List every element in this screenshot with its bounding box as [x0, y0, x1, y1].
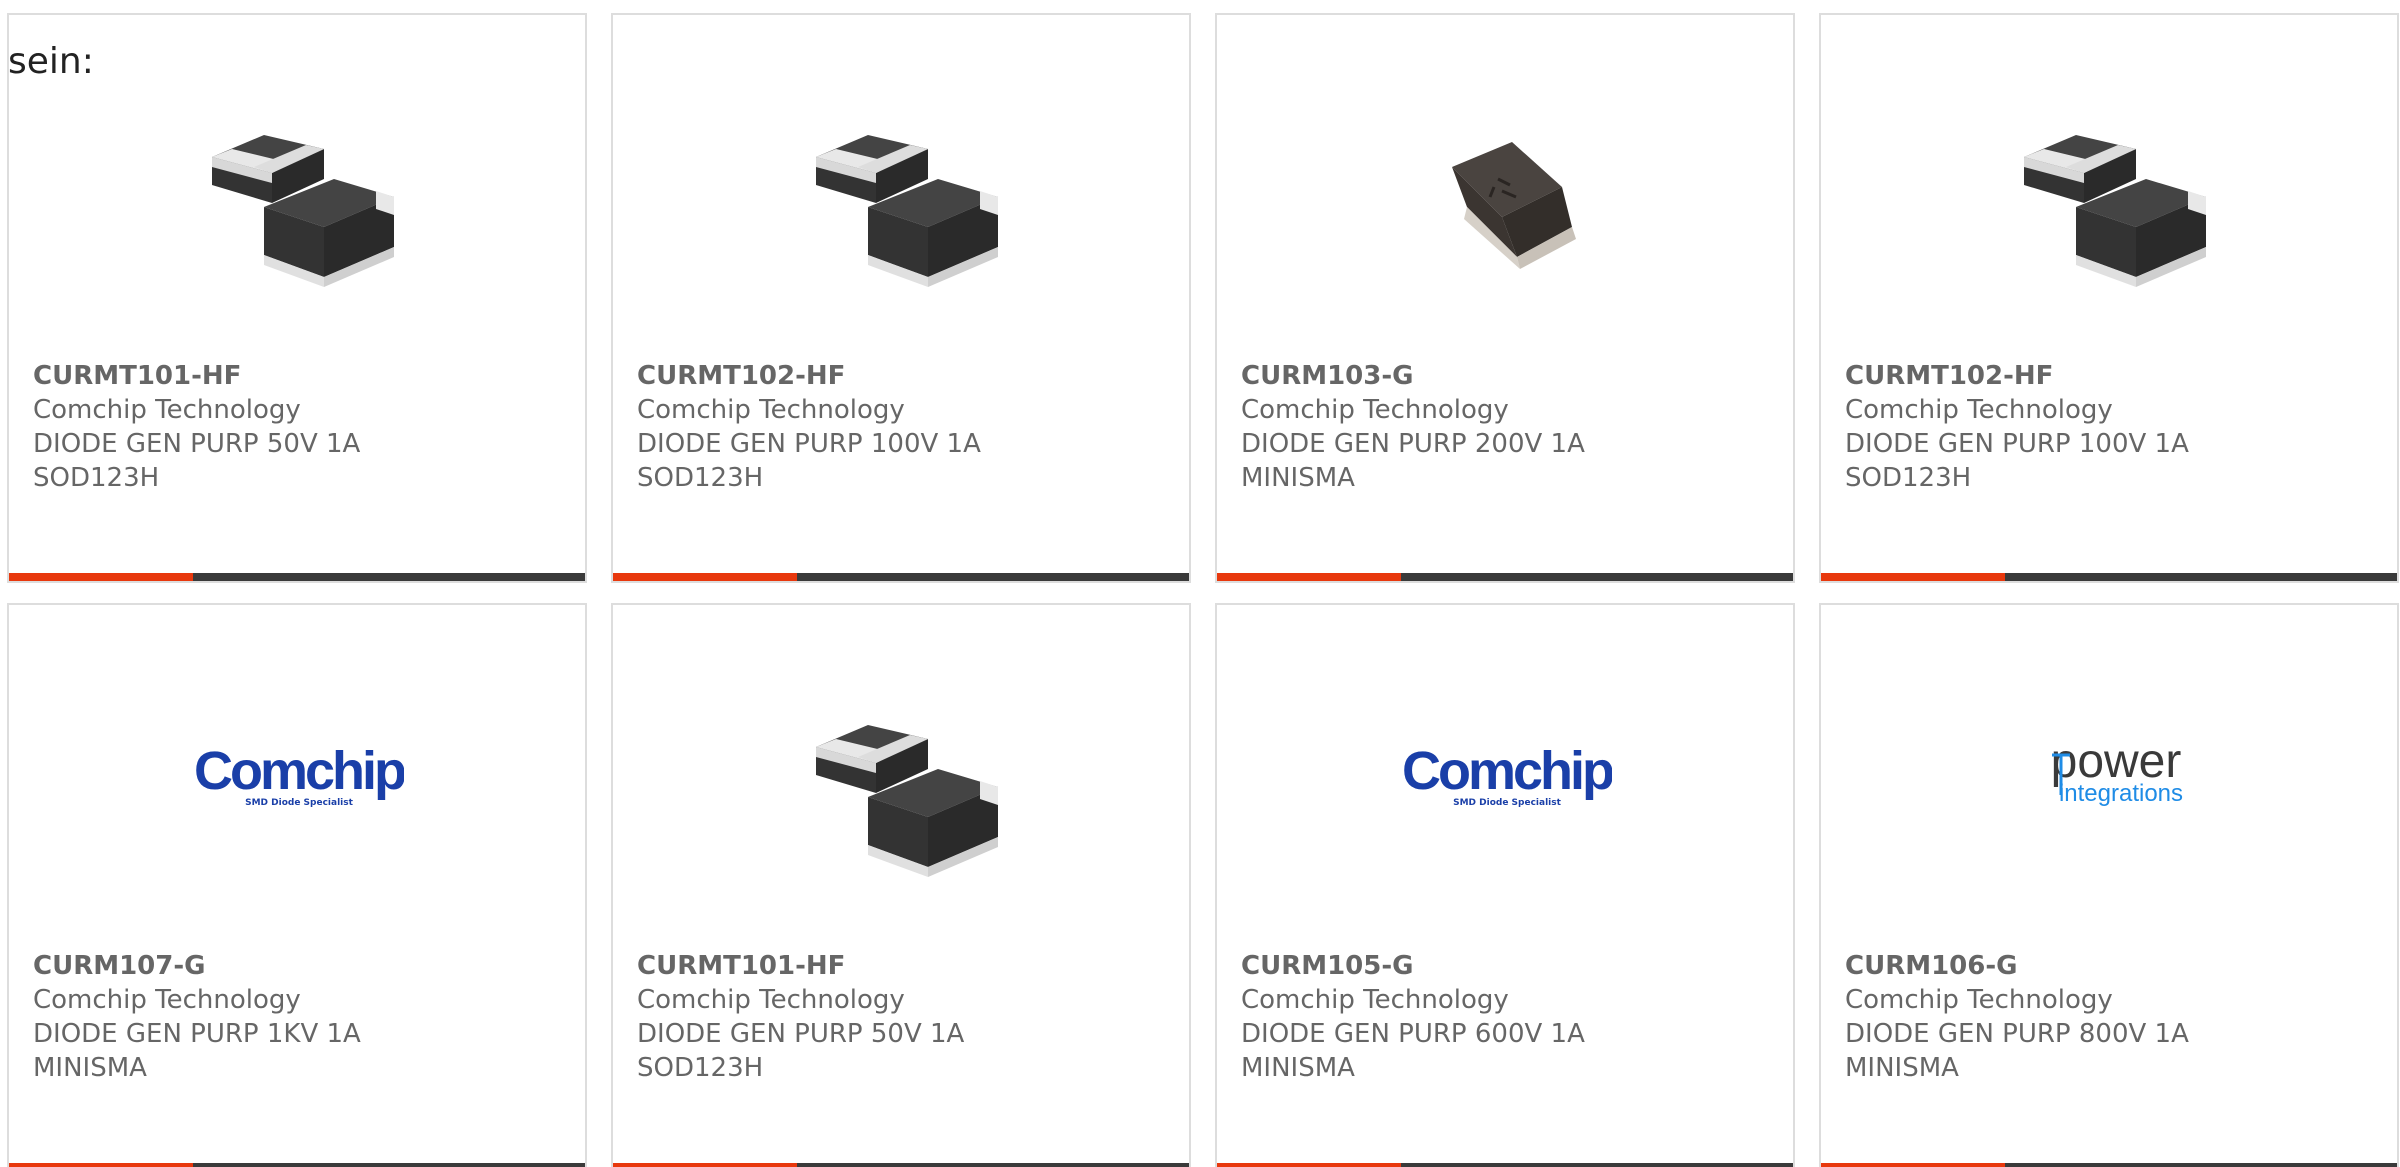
card-accent-bar	[1217, 1163, 1401, 1167]
comchip-logo-text: Comchip	[194, 741, 404, 801]
manufacturer: Comchip Technology	[637, 395, 905, 425]
product-card[interactable]: Comchip SMD Diode Specialist CURM107-G C…	[7, 603, 587, 1167]
card-bottom-bar	[1821, 1163, 2397, 1167]
product-card[interactable]: CURMT101-HF Comchip Technology DIODE GEN…	[611, 603, 1191, 1167]
sod123h-diode-photo-icon	[212, 135, 394, 287]
description: DIODE GEN PURP 50V 1A	[637, 1019, 965, 1049]
product-info: CURMT102-HF Comchip Technology DIODE GEN…	[637, 359, 1157, 495]
product-image[interactable]	[194, 87, 404, 297]
description: DIODE GEN PURP 200V 1A	[1241, 429, 1585, 459]
card-accent-bar	[613, 573, 797, 581]
description: DIODE GEN PURP 100V 1A	[1845, 429, 2189, 459]
card-bottom-bar	[1821, 573, 2397, 581]
card-bottom-bar	[613, 1163, 1189, 1167]
product-info: CURMT101-HF Comchip Technology DIODE GEN…	[637, 949, 1157, 1085]
product-image[interactable]: Comchip SMD Diode Specialist	[1402, 677, 1612, 887]
card-bottom-bar	[9, 573, 585, 581]
product-card[interactable]: CURMT101-HF Comchip Technology DIODE GEN…	[7, 13, 587, 583]
manufacturer: Comchip Technology	[1241, 395, 1509, 425]
description: DIODE GEN PURP 600V 1A	[1241, 1019, 1585, 1049]
manufacturer: Comchip Technology	[1845, 395, 2113, 425]
card-bottom-bar	[1217, 1163, 1793, 1167]
comchip-logo-tagline: SMD Diode Specialist	[1453, 798, 1562, 808]
product-image[interactable]	[798, 677, 1008, 887]
part-number[interactable]: CURMT102-HF	[637, 359, 1157, 393]
manufacturer: Comchip Technology	[1241, 985, 1509, 1015]
manufacturer: Comchip Technology	[1845, 985, 2113, 1015]
sod123h-diode-photo-icon	[816, 725, 998, 877]
product-grid-page: sein: CURMT101-HF Comchip Technology DIO…	[0, 0, 2400, 1167]
product-grid: CURMT101-HF Comchip Technology DIODE GEN…	[7, 13, 2400, 1167]
part-number[interactable]: CURM107-G	[33, 949, 553, 983]
package: SOD123H	[637, 1053, 764, 1083]
manufacturer: Comchip Technology	[33, 985, 301, 1015]
product-card[interactable]: power integrations CURM106-G Comchip Tec…	[1819, 603, 2399, 1167]
package: MINISMA	[33, 1053, 147, 1083]
part-number[interactable]: CURMT101-HF	[637, 949, 1157, 983]
card-accent-bar	[613, 1163, 797, 1167]
card-accent-bar	[1217, 573, 1401, 581]
package: MINISMA	[1241, 1053, 1355, 1083]
manufacturer: Comchip Technology	[637, 985, 905, 1015]
power-logo-tagline: integrations	[2059, 780, 2183, 807]
card-accent-bar	[1821, 573, 2005, 581]
sod123h-diode-photo-icon	[816, 135, 998, 287]
description: DIODE GEN PURP 800V 1A	[1845, 1019, 2189, 1049]
product-card[interactable]: Comchip SMD Diode Specialist CURM105-G C…	[1215, 603, 1795, 1167]
card-bottom-bar	[613, 573, 1189, 581]
sod123h-diode-photo-icon	[2024, 135, 2206, 287]
product-image[interactable]	[2006, 87, 2216, 297]
description: DIODE GEN PURP 1KV 1A	[33, 1019, 361, 1049]
part-number[interactable]: CURMT102-HF	[1845, 359, 2365, 393]
comchip-logo-icon: Comchip SMD Diode Specialist	[1402, 741, 1612, 808]
card-accent-bar	[9, 1163, 193, 1167]
package: SOD123H	[1845, 463, 1972, 493]
description: DIODE GEN PURP 100V 1A	[637, 429, 981, 459]
package: SOD123H	[637, 463, 764, 493]
power-integrations-logo-icon: power integrations	[2051, 735, 2183, 807]
product-image[interactable]: power integrations	[2006, 677, 2216, 887]
card-bottom-bar	[9, 1163, 585, 1167]
product-image[interactable]	[798, 87, 1008, 297]
card-bottom-bar	[1217, 573, 1793, 581]
comchip-logo-tagline: SMD Diode Specialist	[245, 798, 354, 808]
product-info: CURMT102-HF Comchip Technology DIODE GEN…	[1845, 359, 2365, 495]
product-image[interactable]: Comchip SMD Diode Specialist	[194, 677, 404, 887]
part-number[interactable]: CURM105-G	[1241, 949, 1761, 983]
product-info: CURMT101-HF Comchip Technology DIODE GEN…	[33, 359, 553, 495]
product-card[interactable]: CURM103-G Comchip Technology DIODE GEN P…	[1215, 13, 1795, 583]
part-number[interactable]: CURM103-G	[1241, 359, 1761, 393]
product-card[interactable]: CURMT102-HF Comchip Technology DIODE GEN…	[1819, 13, 2399, 583]
comchip-logo-icon: Comchip SMD Diode Specialist	[194, 741, 404, 808]
description: DIODE GEN PURP 50V 1A	[33, 429, 361, 459]
package: MINISMA	[1845, 1053, 1959, 1083]
product-info: CURM106-G Comchip Technology DIODE GEN P…	[1845, 949, 2365, 1085]
card-accent-bar	[9, 573, 193, 581]
package: SOD123H	[33, 463, 160, 493]
manufacturer: Comchip Technology	[33, 395, 301, 425]
card-accent-bar	[1821, 1163, 2005, 1167]
comchip-logo-text: Comchip	[1402, 741, 1612, 801]
product-info: CURM105-G Comchip Technology DIODE GEN P…	[1241, 949, 1761, 1085]
product-card[interactable]: CURMT102-HF Comchip Technology DIODE GEN…	[611, 13, 1191, 583]
product-image[interactable]	[1402, 87, 1612, 297]
part-number[interactable]: CURM106-G	[1845, 949, 2365, 983]
part-number[interactable]: CURMT101-HF	[33, 359, 553, 393]
package: MINISMA	[1241, 463, 1355, 493]
product-info: CURM103-G Comchip Technology DIODE GEN P…	[1241, 359, 1761, 495]
intro-text: sein:	[8, 41, 94, 82]
product-info: CURM107-G Comchip Technology DIODE GEN P…	[33, 949, 553, 1085]
minisma-diode-photo-icon	[1452, 142, 1576, 269]
